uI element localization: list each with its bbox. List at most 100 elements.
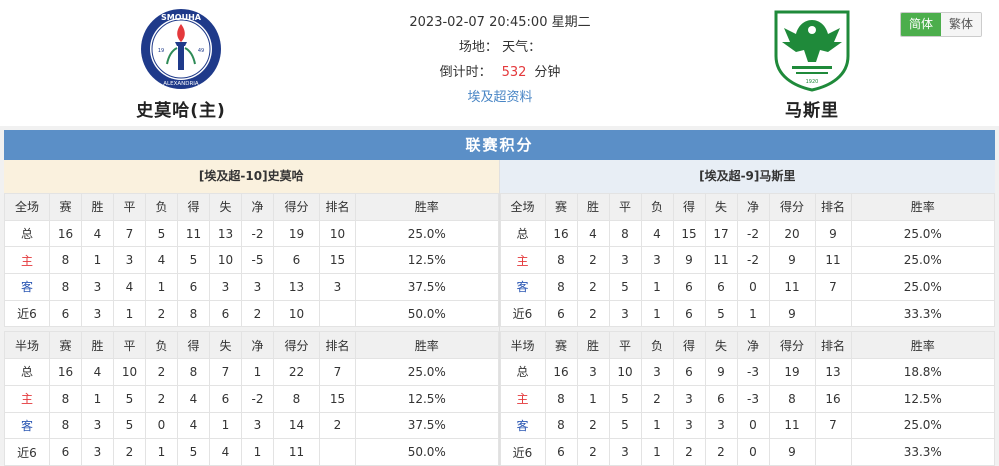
stat-cell: 5 [177, 438, 210, 466]
stat-cell: 2 [672, 438, 706, 466]
language-toggle: 简体 繁体 [900, 12, 982, 37]
column-header: 平 [608, 331, 642, 360]
stat-cell: 1 [145, 273, 178, 301]
weather-label: 天气： [502, 40, 542, 55]
table-row: 近6 6 3 2 1 5 4 1 11 50.0% [4, 438, 499, 466]
column-header: 得分 [273, 331, 320, 360]
traditional-chinese-button[interactable]: 繁体 [941, 13, 981, 36]
stat-cell: 9 [672, 246, 706, 275]
stat-cell: 13 [814, 358, 852, 386]
stat-cell: 1 [145, 438, 178, 466]
row-label: 近6 [499, 438, 546, 466]
match-datetime: 2023-02-07 20:45:00 星期二 [409, 15, 591, 30]
stat-cell: 5 [177, 246, 210, 275]
stat-cell: 8 [49, 411, 82, 440]
column-header: 胜率 [850, 193, 995, 221]
stat-cell: 11 [768, 273, 816, 301]
stat-cell: 8 [177, 299, 210, 328]
column-header: 平 [113, 193, 146, 221]
stat-cell: 8 [544, 411, 578, 440]
row-label: 客 [499, 411, 546, 440]
stat-cell: 3 [640, 358, 674, 386]
stat-cell: 0 [736, 273, 770, 301]
stat-cell: 1 [241, 438, 274, 466]
row-label: 主 [499, 384, 546, 413]
stat-cell: 10 [113, 358, 146, 386]
stat-cell: 2 [113, 438, 146, 466]
stat-cell: 5 [608, 273, 642, 301]
stat-cell: 20 [768, 219, 816, 248]
stat-cell: 11 [704, 246, 738, 275]
league-info-link[interactable]: 埃及超资料 [467, 90, 532, 105]
stat-cell: 12.5% [355, 384, 499, 413]
league-standings: 联赛积分 [埃及超-10]史莫哈 全场赛胜平负得失净得分 排名 胜率总 16 4 7 5 11… [0, 126, 999, 466]
column-header: 负 [640, 193, 674, 221]
stat-cell: 6 [209, 299, 242, 328]
stat-cell: 25.0% [850, 219, 995, 248]
away-standings-panel: [埃及超-9]马斯里 全场赛胜平负得失净得分 排名 胜率总 16 4 8 4 15 17 -2 20… [499, 160, 995, 466]
table-row: 总 16 4 10 2 8 7 1 22 7 25.0% [4, 358, 499, 386]
column-header: 排名 [814, 331, 852, 360]
away-team-name[interactable]: 马斯里 [742, 96, 882, 121]
stat-cell: 3 [704, 411, 738, 440]
column-header: 负 [145, 331, 178, 360]
stat-cell: 9 [768, 438, 816, 466]
stat-cell: 3 [209, 273, 242, 301]
stat-cell: 3 [672, 411, 706, 440]
column-header: 全场 [499, 193, 546, 221]
row-label: 主 [499, 246, 546, 275]
stat-cell: 11 [814, 246, 852, 275]
table-row: 近6 6 2 3 1 6 5 1 9 33.3% [499, 299, 995, 328]
stat-cell: 50.0% [355, 299, 499, 328]
stat-cell: 1 [81, 384, 114, 413]
stat-cell: 8 [544, 273, 578, 301]
simplified-chinese-button[interactable]: 简体 [901, 13, 941, 36]
row-label: 总 [499, 219, 546, 248]
home-team-logo: SMOUHA ALEXANDRIA 19 49 [137, 6, 225, 92]
column-header: 得 [177, 193, 210, 221]
stat-cell: 1 [640, 299, 674, 328]
stat-cell: 15 [319, 246, 356, 275]
stat-cell: -3 [736, 358, 770, 386]
stat-cell: 6 [177, 273, 210, 301]
stat-cell: 5 [113, 384, 146, 413]
stat-cell: 2 [640, 384, 674, 413]
stat-cell: 8 [768, 384, 816, 413]
column-header: 失 [209, 331, 242, 360]
svg-text:ALEXANDRIA: ALEXANDRIA [163, 81, 199, 87]
column-header: 负 [640, 331, 674, 360]
column-header: 得分 [768, 331, 816, 360]
column-header: 排名 [319, 193, 356, 221]
stat-cell: 5 [113, 411, 146, 440]
stat-cell: 9 [768, 299, 816, 328]
stat-cell: 16 [49, 358, 82, 386]
column-header: 胜 [81, 193, 114, 221]
home-team-name[interactable]: 史莫哈(主) [111, 96, 251, 121]
stat-cell: 7 [814, 411, 852, 440]
stat-cell: 1 [209, 411, 242, 440]
stat-cell: 2 [704, 438, 738, 466]
stat-cell [319, 299, 356, 328]
stat-cell: 22 [273, 358, 320, 386]
stat-cell: 4 [640, 219, 674, 248]
stat-cell: 5 [608, 384, 642, 413]
stat-cell: 16 [544, 358, 578, 386]
countdown-label: 倒计时： [439, 65, 492, 80]
stat-cell: 13 [273, 273, 320, 301]
stat-cell: 8 [544, 384, 578, 413]
svg-text:49: 49 [198, 48, 204, 54]
table-row: 客 8 3 5 0 4 1 3 14 2 37.5% [4, 411, 499, 440]
standings-title: 联赛积分 [4, 130, 995, 160]
column-header: 平 [608, 193, 642, 221]
svg-text:19: 19 [158, 48, 164, 54]
stat-cell: 8 [273, 384, 320, 413]
column-header: 排名 [319, 331, 356, 360]
stat-cell: 1 [736, 299, 770, 328]
stat-cell: 6 [544, 299, 578, 328]
row-label: 近6 [499, 299, 546, 328]
stat-cell: 10 [319, 219, 356, 248]
countdown-unit: 分钟 [534, 65, 561, 80]
away-team: 1920 马斯里 [742, 6, 882, 121]
table-row: 客 8 2 5 1 6 6 0 11 7 25.0% [499, 273, 995, 301]
column-header: 得分 [273, 193, 320, 221]
